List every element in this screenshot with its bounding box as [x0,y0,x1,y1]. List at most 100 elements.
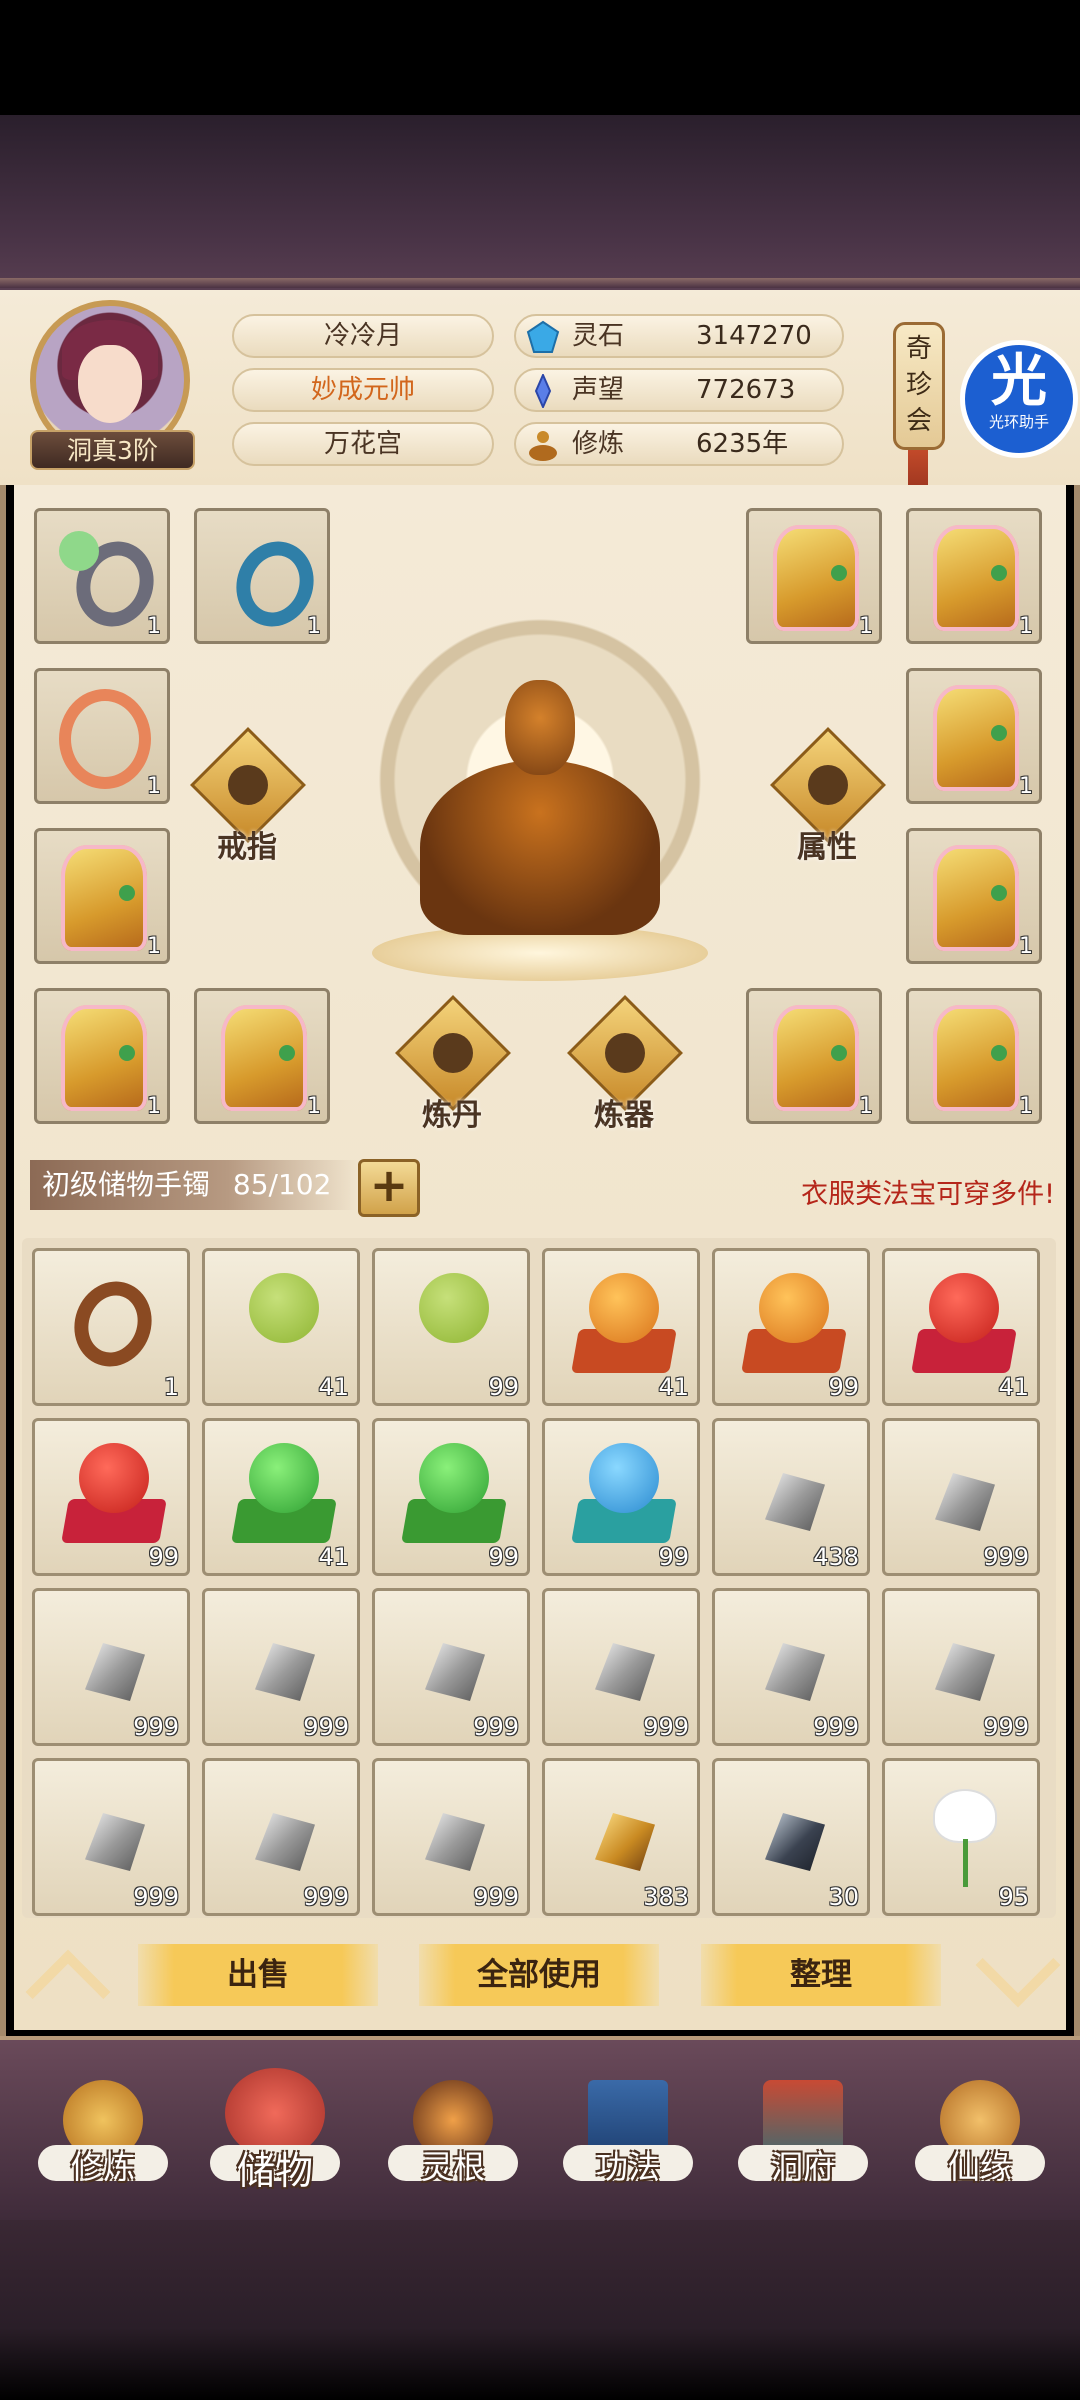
equip-slot-robe[interactable]: 1 [906,508,1042,644]
item-count: 41 [998,1373,1029,1401]
nav-label: 功法 [595,2148,660,2186]
sell-button[interactable]: 出售 [138,1944,378,2006]
inventory-item[interactable]: 99 [372,1418,530,1576]
item-count: 999 [303,1713,349,1741]
use-all-button[interactable]: 全部使用 [419,1944,659,2006]
inventory-item[interactable]: 438 [712,1418,870,1576]
item-count: 999 [303,1883,349,1911]
inventory-item[interactable]: 383 [542,1758,700,1916]
bag-title: 初级储物手镯 85/102 [30,1160,360,1210]
robe-icon [61,845,147,951]
equip-slot-robe[interactable]: 1 [746,508,882,644]
meditating-figure-head [505,680,575,775]
jade-gem [59,531,99,571]
assistant-glyph: 光 [991,349,1047,414]
equip-slot-dragon[interactable]: 1 [34,668,170,804]
robe-icon [933,525,1019,631]
item-count: 1 [859,1094,873,1119]
inventory-item[interactable]: 41 [202,1248,360,1406]
inventory-item[interactable]: 999 [882,1418,1040,1576]
player-title: 妙成元帅 [232,368,494,412]
nav-label: 修炼 [70,2148,135,2186]
item-count: 1 [1019,1094,1033,1119]
alchemy-function-button[interactable]: 炼丹 [395,995,511,1133]
hat-icon [808,765,848,805]
equip-slot-robe[interactable]: 1 [906,828,1042,964]
inventory-item[interactable]: 41 [882,1248,1040,1406]
spirit-orb-icon [419,1273,489,1343]
inventory-item[interactable]: 1 [32,1248,190,1406]
nav-item-cultivate[interactable]: 修炼 [28,2060,178,2210]
spirit-orb-icon [419,1443,489,1513]
item-count: 1 [147,774,161,799]
expand-bag-button[interactable]: + [358,1159,420,1217]
qizhen-button[interactable]: 奇珍会 [893,322,945,450]
robe-icon [773,1005,859,1111]
meditating-figure [420,760,660,935]
item-count: 1 [163,1373,179,1401]
stat-label: 修炼 [572,429,625,459]
inventory-item[interactable]: 999 [202,1758,360,1916]
forge-function-label: 炼器 [594,1098,654,1133]
cauldron-icon [433,1033,473,1073]
spirit-orb-icon [249,1273,319,1343]
player-sect: 万花宫 [232,422,494,466]
item-count: 1 [1019,934,1033,959]
inventory-item[interactable]: 41 [202,1418,360,1576]
item-count: 1 [147,614,161,639]
assistant-label: 光环助手 [988,413,1049,431]
equip-slot-ring-2[interactable]: 1 [194,508,330,644]
item-count: 999 [813,1713,859,1741]
bag-note: 衣服类法宝可穿多件! [801,1179,1055,1210]
spirit-orb-icon [759,1273,829,1343]
inventory-item[interactable]: 999 [542,1588,700,1746]
inventory-item[interactable]: 95 [882,1758,1040,1916]
inventory-item[interactable]: 99 [542,1418,700,1576]
equip-slot-robe[interactable]: 1 [34,988,170,1124]
qizhen-label: 奇珍会 [905,334,932,436]
iron-stone-icon [85,1813,145,1871]
inventory-item[interactable]: 999 [882,1588,1040,1746]
inventory-item[interactable]: 99 [32,1418,190,1576]
item-count: 999 [643,1713,689,1741]
nav-item-spirit-root[interactable]: 灵根 [378,2060,528,2210]
inventory-item[interactable]: 999 [32,1588,190,1746]
attribute-function-button[interactable]: 属性 [770,727,886,865]
equip-slot-robe[interactable]: 1 [746,988,882,1124]
ring-function-button[interactable]: 戒指 [190,727,306,865]
nav-item-techniques[interactable]: 功法 [553,2060,703,2210]
item-count: 999 [983,1713,1029,1741]
inventory-item[interactable]: 41 [542,1248,700,1406]
inventory-item[interactable]: 999 [372,1588,530,1746]
iron-stone-icon [765,1473,825,1531]
nav-item-cave[interactable]: 洞府 [728,2060,878,2210]
spirit-orb-icon [589,1443,659,1513]
equip-slot-robe[interactable]: 1 [906,988,1042,1124]
item-count: 999 [133,1883,179,1911]
inventory-item[interactable]: 999 [32,1758,190,1916]
equip-slot-robe[interactable]: 1 [194,988,330,1124]
lily-icon [935,1791,995,1841]
sort-button[interactable]: 整理 [701,1944,941,2006]
nav-item-storage[interactable]: 储物 [200,2060,350,2210]
inventory-item[interactable]: 99 [712,1248,870,1406]
status-bar-area [0,0,1080,115]
nav-item-fate[interactable]: 仙缘 [905,2060,1055,2210]
nav-label: 仙缘 [947,2148,1012,2186]
iron-stone-icon [425,1643,485,1701]
assistant-button[interactable]: 光 光环助手 [960,340,1078,458]
dark-ore-icon [765,1813,825,1871]
stat-spirit-stone: 灵石 3147270 [514,314,844,358]
inventory-item[interactable]: 30 [712,1758,870,1916]
equip-slot-robe[interactable]: 1 [34,828,170,964]
equip-slot-ring-1[interactable]: 1 [34,508,170,644]
equip-slot-robe[interactable]: 1 [906,668,1042,804]
inventory-item[interactable]: 999 [712,1588,870,1746]
inventory-item[interactable]: 999 [372,1758,530,1916]
item-count: 999 [473,1713,519,1741]
rank-badge: 洞真3阶 [30,430,195,470]
inventory-item[interactable]: 99 [372,1248,530,1406]
forge-function-button[interactable]: 炼器 [567,995,683,1133]
ring-icon [228,765,268,805]
inventory-item[interactable]: 999 [202,1588,360,1746]
